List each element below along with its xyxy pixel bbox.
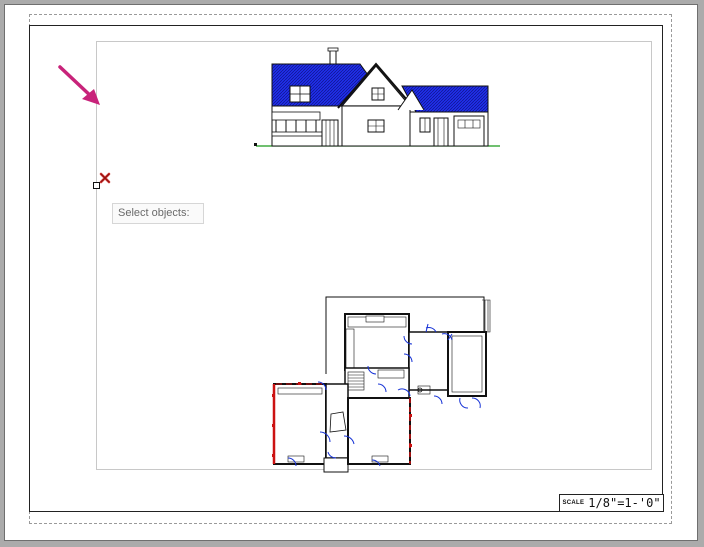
scale-label: SCALE 1/8"=1-'0" [559,494,664,512]
pickbox-crosshair-icon [99,172,111,184]
house-elevation-drawing[interactable] [252,44,502,150]
scale-value: 1/8"=1-'0" [588,496,661,510]
select-objects-prompt: Select objects: [112,203,204,224]
cursor-pickbox [93,182,100,189]
floor-plan-drawing[interactable] [268,294,498,476]
scale-prefix: SCALE [562,500,585,506]
pointer-arrow-icon [58,65,100,105]
